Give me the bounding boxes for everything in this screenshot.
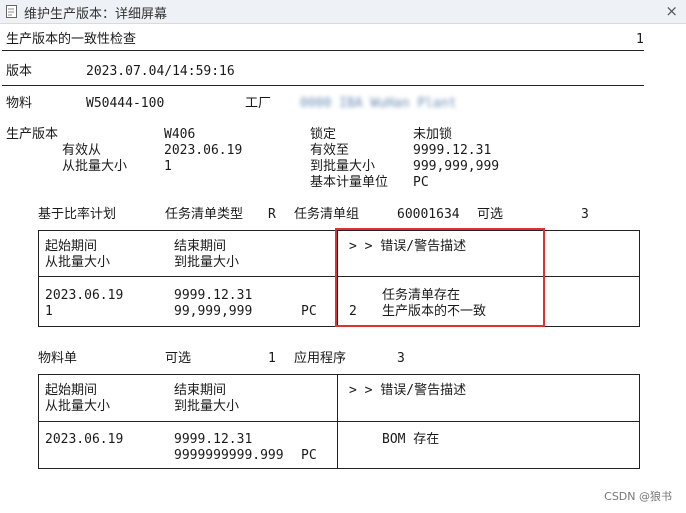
routing-row-unit: PC (301, 304, 317, 319)
base-unit-value: PC (413, 175, 429, 190)
window-title: 维护生产版本：详细屏幕 (24, 7, 168, 22)
material-label: 物料 (6, 96, 33, 111)
bom-col-to-lot: 到批量大小 (174, 399, 240, 414)
routing-optional-value: 3 (581, 207, 589, 222)
bom-row-message: BOM 存在 (382, 432, 440, 447)
bom-table-row-rule (38, 421, 640, 422)
tasklist-group-value: 60001634 (397, 207, 460, 222)
page-number: 1 (636, 32, 644, 47)
routing-row-end: 9999.12.31 (174, 288, 253, 303)
from-lot-label: 从批量大小 (62, 159, 128, 174)
version-value: 2023.07.04/14:59:16 (86, 64, 235, 79)
tasklist-group-label: 任务清单组 (294, 207, 360, 222)
routing-col-start: 起始期间 (45, 239, 98, 254)
lock-label: 锁定 (310, 127, 337, 142)
bom-optional-label: 可选 (165, 351, 192, 366)
version-label: 版本 (6, 64, 33, 79)
routing-col-from-lot: 从批量大小 (45, 255, 111, 270)
tasklist-type-value: R (268, 207, 276, 222)
bom-application-value: 3 (397, 351, 405, 366)
to-lot-value: 999,999,999 (413, 159, 500, 174)
routing-row-start: 2023.06.19 (45, 288, 124, 303)
bom-col-from-lot: 从批量大小 (45, 399, 111, 414)
to-lot-label: 到批量大小 (310, 159, 376, 174)
bom-col-start: 起始期间 (45, 383, 98, 398)
bom-label: 物料单 (38, 351, 78, 366)
header-rule-top (2, 50, 644, 51)
routing-row-to-lot: 99,999,999 (174, 304, 253, 319)
report-area: 生产版本的一致性检查 1 版本 2023.07.04/14:59:16 物料 W… (0, 24, 686, 513)
plant-value: 0000 IBA WuHan Plant (300, 96, 457, 111)
rate-based-plan-label: 基于比率计划 (38, 207, 117, 222)
report-title: 生产版本的一致性检查 (6, 32, 137, 47)
valid-from-label: 有效从 (62, 143, 102, 158)
prod-version-label: 生产版本 (6, 127, 59, 142)
bom-row-unit: PC (301, 448, 317, 463)
bom-col-end: 结束期间 (174, 383, 227, 398)
highlight-box (335, 228, 545, 327)
edit-document-icon (6, 5, 17, 18)
tasklist-type-label: 任务清单类型 (165, 207, 244, 222)
bom-optional-value: 1 (268, 351, 276, 366)
bom-col-message: > > 错误/警告描述 (349, 383, 467, 398)
lock-value: 未加锁 (413, 127, 453, 142)
valid-to-value: 9999.12.31 (413, 143, 492, 158)
bom-row-end: 9999.12.31 (174, 432, 253, 447)
base-unit-label: 基本计量单位 (310, 175, 389, 190)
window-titlebar: 维护生产版本：详细屏幕 × (0, 0, 686, 24)
bom-application-label: 应用程序 (294, 351, 347, 366)
valid-from-value: 2023.06.19 (164, 143, 243, 158)
from-lot-value: 1 (164, 159, 172, 174)
plant-label: 工厂 (245, 96, 272, 111)
close-icon[interactable]: × (665, 2, 678, 20)
routing-row-from-lot: 1 (45, 304, 53, 319)
routing-col-to-lot: 到批量大小 (174, 255, 240, 270)
routing-col-end: 结束期间 (174, 239, 227, 254)
bom-row-start: 2023.06.19 (45, 432, 124, 447)
material-value: W50444-100 (86, 96, 165, 111)
header-rule-bottom (2, 85, 644, 86)
watermark: CSDN @狼书 (604, 490, 672, 503)
prod-version-value: W406 (164, 127, 196, 142)
bom-row-to-lot: 9999999999.999 (174, 448, 284, 463)
valid-to-label: 有效至 (310, 143, 350, 158)
routing-optional-label: 可选 (477, 207, 504, 222)
